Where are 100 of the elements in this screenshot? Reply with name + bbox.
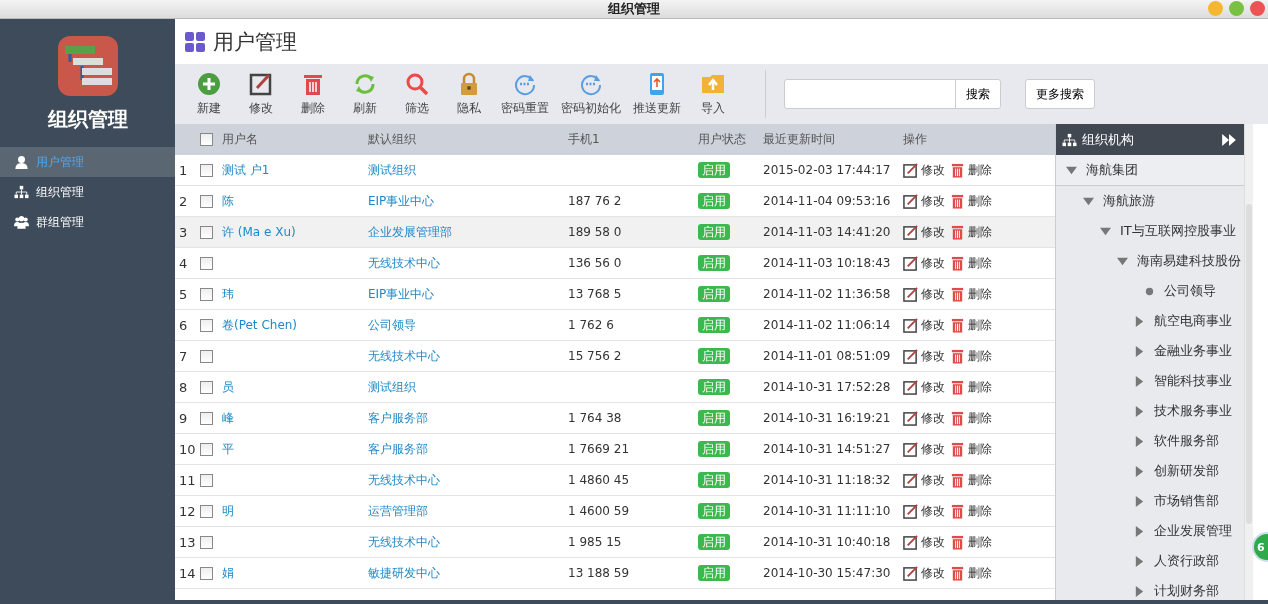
tree-item[interactable]: IT与互联网控股事业: [1056, 216, 1244, 246]
delete-link[interactable]: 删除: [968, 564, 992, 582]
delete-link[interactable]: 删除: [968, 409, 992, 427]
tree-item[interactable]: 航空电商事业: [1056, 306, 1244, 336]
delete-link[interactable]: 删除: [968, 440, 992, 458]
delete-link[interactable]: 删除: [968, 254, 992, 272]
table-row[interactable]: 3 许 (Ma e Xu) 企业发展管理部 189 58 0 启用 2014-11-03 14:41:20 修改 删除: [175, 217, 1055, 248]
sidebar-item[interactable]: 群组管理: [0, 207, 175, 237]
toolbar-button[interactable]: 密码初始化: [555, 71, 627, 117]
edit-link[interactable]: 修改: [921, 564, 945, 582]
toolbar-button[interactable]: 筛选: [391, 71, 443, 117]
org-link[interactable]: 客户服务部: [368, 410, 428, 425]
toolbar-button[interactable]: 刷新: [339, 71, 391, 117]
org-link[interactable]: 公司领导: [368, 317, 416, 332]
org-link[interactable]: 无线技术中心: [368, 534, 440, 549]
org-link[interactable]: 客户服务部: [368, 441, 428, 456]
row-checkbox[interactable]: [200, 287, 213, 301]
tree-item[interactable]: 计划财务部: [1056, 576, 1244, 600]
edit-link[interactable]: 修改: [921, 161, 945, 179]
user-name-link[interactable]: 峰: [222, 410, 234, 425]
edit-link[interactable]: 修改: [921, 223, 945, 241]
tree-item[interactable]: 海航旅游: [1056, 186, 1244, 216]
org-link[interactable]: 测试组织: [368, 379, 416, 394]
edit-link[interactable]: 修改: [921, 440, 945, 458]
tree-item[interactable]: 市场销售部: [1056, 486, 1244, 516]
tree-item[interactable]: 智能科技事业: [1056, 366, 1244, 396]
tree-item[interactable]: 海南易建科技股份: [1056, 246, 1244, 276]
toolbar-button[interactable]: 修改: [235, 71, 287, 117]
tree-item[interactable]: 技术服务事业: [1056, 396, 1244, 426]
org-link[interactable]: 运营管理部: [368, 503, 428, 518]
delete-link[interactable]: 删除: [968, 223, 992, 241]
expand-panel-icon[interactable]: [1222, 133, 1236, 146]
row-checkbox[interactable]: [200, 225, 213, 239]
row-checkbox[interactable]: [200, 256, 213, 270]
toolbar-button[interactable]: 隐私: [443, 71, 495, 117]
edit-link[interactable]: 修改: [921, 378, 945, 396]
row-checkbox[interactable]: [200, 566, 213, 580]
user-name-link[interactable]: 测试 户1: [222, 162, 270, 177]
toolbar-button[interactable]: 推送更新: [627, 71, 687, 117]
sidebar-item[interactable]: 组织管理: [0, 177, 175, 207]
edit-link[interactable]: 修改: [921, 409, 945, 427]
user-name-link[interactable]: 平: [222, 441, 234, 456]
tree-item[interactable]: 软件服务部: [1056, 426, 1244, 456]
edit-link[interactable]: 修改: [921, 192, 945, 210]
org-link[interactable]: 无线技术中心: [368, 472, 440, 487]
toolbar-button[interactable]: 导入: [687, 71, 739, 117]
row-checkbox[interactable]: [200, 194, 213, 208]
tree-item[interactable]: 人资行政部: [1056, 546, 1244, 576]
toolbar-button[interactable]: 密码重置: [495, 71, 555, 117]
tree-item[interactable]: 创新研发部: [1056, 456, 1244, 486]
row-checkbox[interactable]: [200, 380, 213, 394]
edit-link[interactable]: 修改: [921, 316, 945, 334]
delete-link[interactable]: 删除: [968, 378, 992, 396]
delete-link[interactable]: 删除: [968, 285, 992, 303]
edit-link[interactable]: 修改: [921, 471, 945, 489]
more-search-button[interactable]: 更多搜索: [1025, 79, 1095, 109]
row-checkbox[interactable]: [200, 504, 213, 518]
org-link[interactable]: EIP事业中心: [368, 193, 435, 208]
toolbar-button[interactable]: 删除: [287, 71, 339, 117]
org-link[interactable]: 无线技术中心: [368, 348, 440, 363]
tree-item[interactable]: 海航集团: [1056, 155, 1244, 186]
delete-link[interactable]: 删除: [968, 161, 992, 179]
row-checkbox[interactable]: [200, 318, 213, 332]
user-name-link[interactable]: 明: [222, 503, 234, 518]
row-checkbox[interactable]: [200, 442, 213, 456]
org-link[interactable]: 无线技术中心: [368, 255, 440, 270]
delete-link[interactable]: 删除: [968, 471, 992, 489]
tree-item[interactable]: 企业发展管理: [1056, 516, 1244, 546]
row-checkbox[interactable]: [200, 349, 213, 363]
delete-link[interactable]: 删除: [968, 192, 992, 210]
toolbar-button[interactable]: 新建: [183, 71, 235, 117]
delete-link[interactable]: 删除: [968, 316, 992, 334]
edit-link[interactable]: 修改: [921, 347, 945, 365]
row-checkbox[interactable]: [200, 535, 213, 549]
close-button[interactable]: [1250, 1, 1265, 16]
tree-item[interactable]: 金融业务事业: [1056, 336, 1244, 366]
edit-link[interactable]: 修改: [921, 254, 945, 272]
user-name-link[interactable]: 卷(Pet Chen): [222, 317, 298, 332]
delete-link[interactable]: 删除: [968, 347, 992, 365]
user-name-link[interactable]: 陈: [222, 193, 234, 208]
edit-link[interactable]: 修改: [921, 502, 945, 520]
select-all-checkbox[interactable]: [200, 133, 213, 146]
row-checkbox[interactable]: [200, 163, 213, 177]
tree-item[interactable]: 公司领导: [1056, 276, 1244, 306]
org-link[interactable]: 测试组织: [368, 162, 416, 177]
row-checkbox[interactable]: [200, 411, 213, 425]
delete-link[interactable]: 删除: [968, 533, 992, 551]
org-link[interactable]: EIP事业中心: [368, 286, 435, 301]
edit-link[interactable]: 修改: [921, 285, 945, 303]
user-name-link[interactable]: 许 (Ma e Xu): [222, 224, 296, 239]
maximize-button[interactable]: [1229, 1, 1244, 16]
delete-link[interactable]: 删除: [968, 502, 992, 520]
user-name-link[interactable]: 娟: [222, 565, 234, 580]
row-checkbox[interactable]: [200, 473, 213, 487]
org-link[interactable]: 企业发展管理部: [368, 224, 452, 239]
org-link[interactable]: 敏捷研发中心: [368, 565, 440, 580]
edit-link[interactable]: 修改: [921, 533, 945, 551]
scrollbar[interactable]: [1244, 124, 1253, 600]
user-name-link[interactable]: 员: [222, 379, 234, 394]
user-name-link[interactable]: 玮: [222, 286, 234, 301]
